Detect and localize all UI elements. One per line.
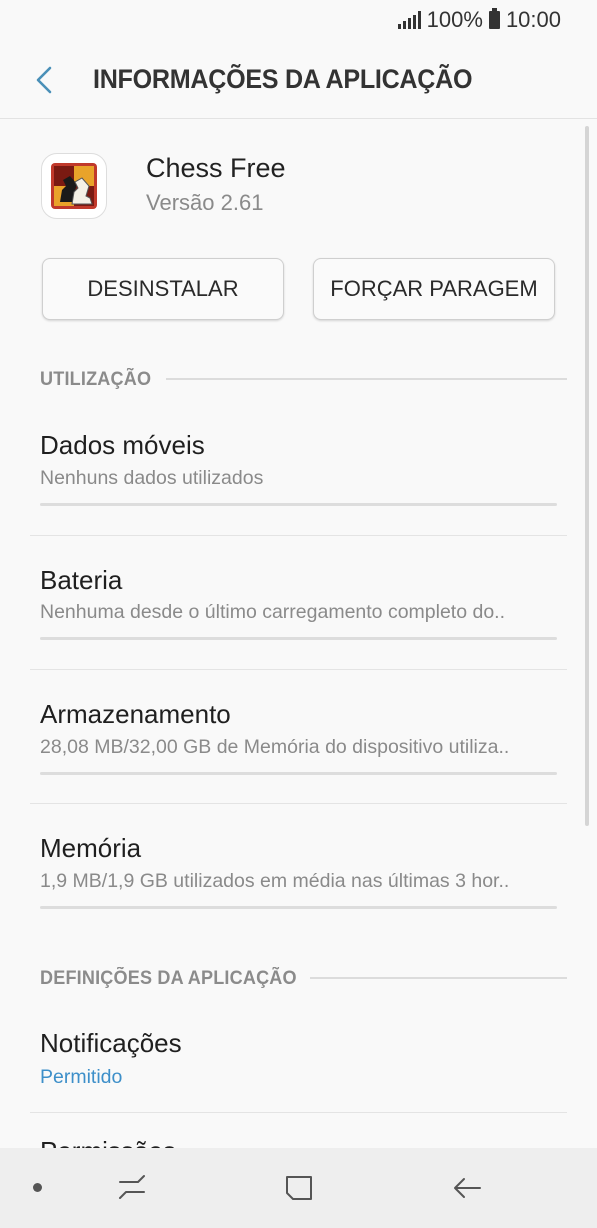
- back-arrow-icon[interactable]: [30, 62, 62, 98]
- scrollbar[interactable]: [585, 126, 589, 826]
- progress-bar: [40, 906, 557, 909]
- divider: [30, 535, 567, 536]
- divider: [30, 669, 567, 670]
- status-bar: 100% 10:00: [0, 0, 597, 40]
- item-subtitle: 1,9 MB/1,9 GB utilizados em média nas úl…: [40, 870, 510, 892]
- page-title: INFORMAÇÕES DA APLICAÇÃO: [93, 64, 473, 94]
- home-icon[interactable]: [282, 1172, 316, 1209]
- progress-bar: [40, 637, 557, 640]
- divider: [30, 803, 567, 804]
- section-header-usage: UTILIZAÇÃO: [40, 369, 152, 390]
- item-title: Armazenamento: [40, 699, 231, 729]
- app-name: Chess Free: [146, 153, 286, 183]
- item-title: Notificações: [40, 1028, 182, 1058]
- item-title: Dados móveis: [40, 430, 205, 460]
- progress-bar: [40, 503, 557, 506]
- signal-icon: [397, 11, 421, 29]
- item-subtitle: Nenhuns dados utilizados: [40, 467, 264, 489]
- section-divider: [310, 977, 567, 979]
- item-title: Memória: [40, 833, 142, 863]
- navigation-bar: [0, 1148, 597, 1228]
- uninstall-button[interactable]: DESINSTALAR: [42, 258, 284, 320]
- progress-bar: [40, 772, 557, 775]
- force-stop-button[interactable]: FORÇAR PARAGEM: [313, 258, 555, 320]
- divider: [30, 1112, 567, 1113]
- item-subtitle: 28,08 MB/32,00 GB de Memória do disposit…: [40, 736, 510, 758]
- app-version: Versão 2.61: [146, 190, 264, 215]
- app-bar: INFORMAÇÕES DA APLICAÇÃO: [0, 40, 597, 119]
- section-header-app-settings: DEFINIÇÕES DA APLICAÇÃO: [40, 968, 297, 989]
- chess-app-icon: [41, 153, 107, 219]
- item-subtitle: Nenhuma desde o último carregamento comp…: [40, 601, 506, 623]
- battery-percent: 100%: [426, 7, 483, 32]
- item-title: Bateria: [40, 565, 123, 595]
- recents-icon[interactable]: [114, 1172, 150, 1209]
- nav-back-icon[interactable]: [450, 1172, 486, 1209]
- item-subtitle: Permitido: [40, 1066, 123, 1088]
- nav-dot-icon[interactable]: [33, 1183, 42, 1192]
- battery-icon: [488, 8, 500, 29]
- clock: 10:00: [505, 7, 561, 32]
- section-divider: [166, 378, 567, 380]
- status-indicators: 100% 10:00: [397, 7, 561, 33]
